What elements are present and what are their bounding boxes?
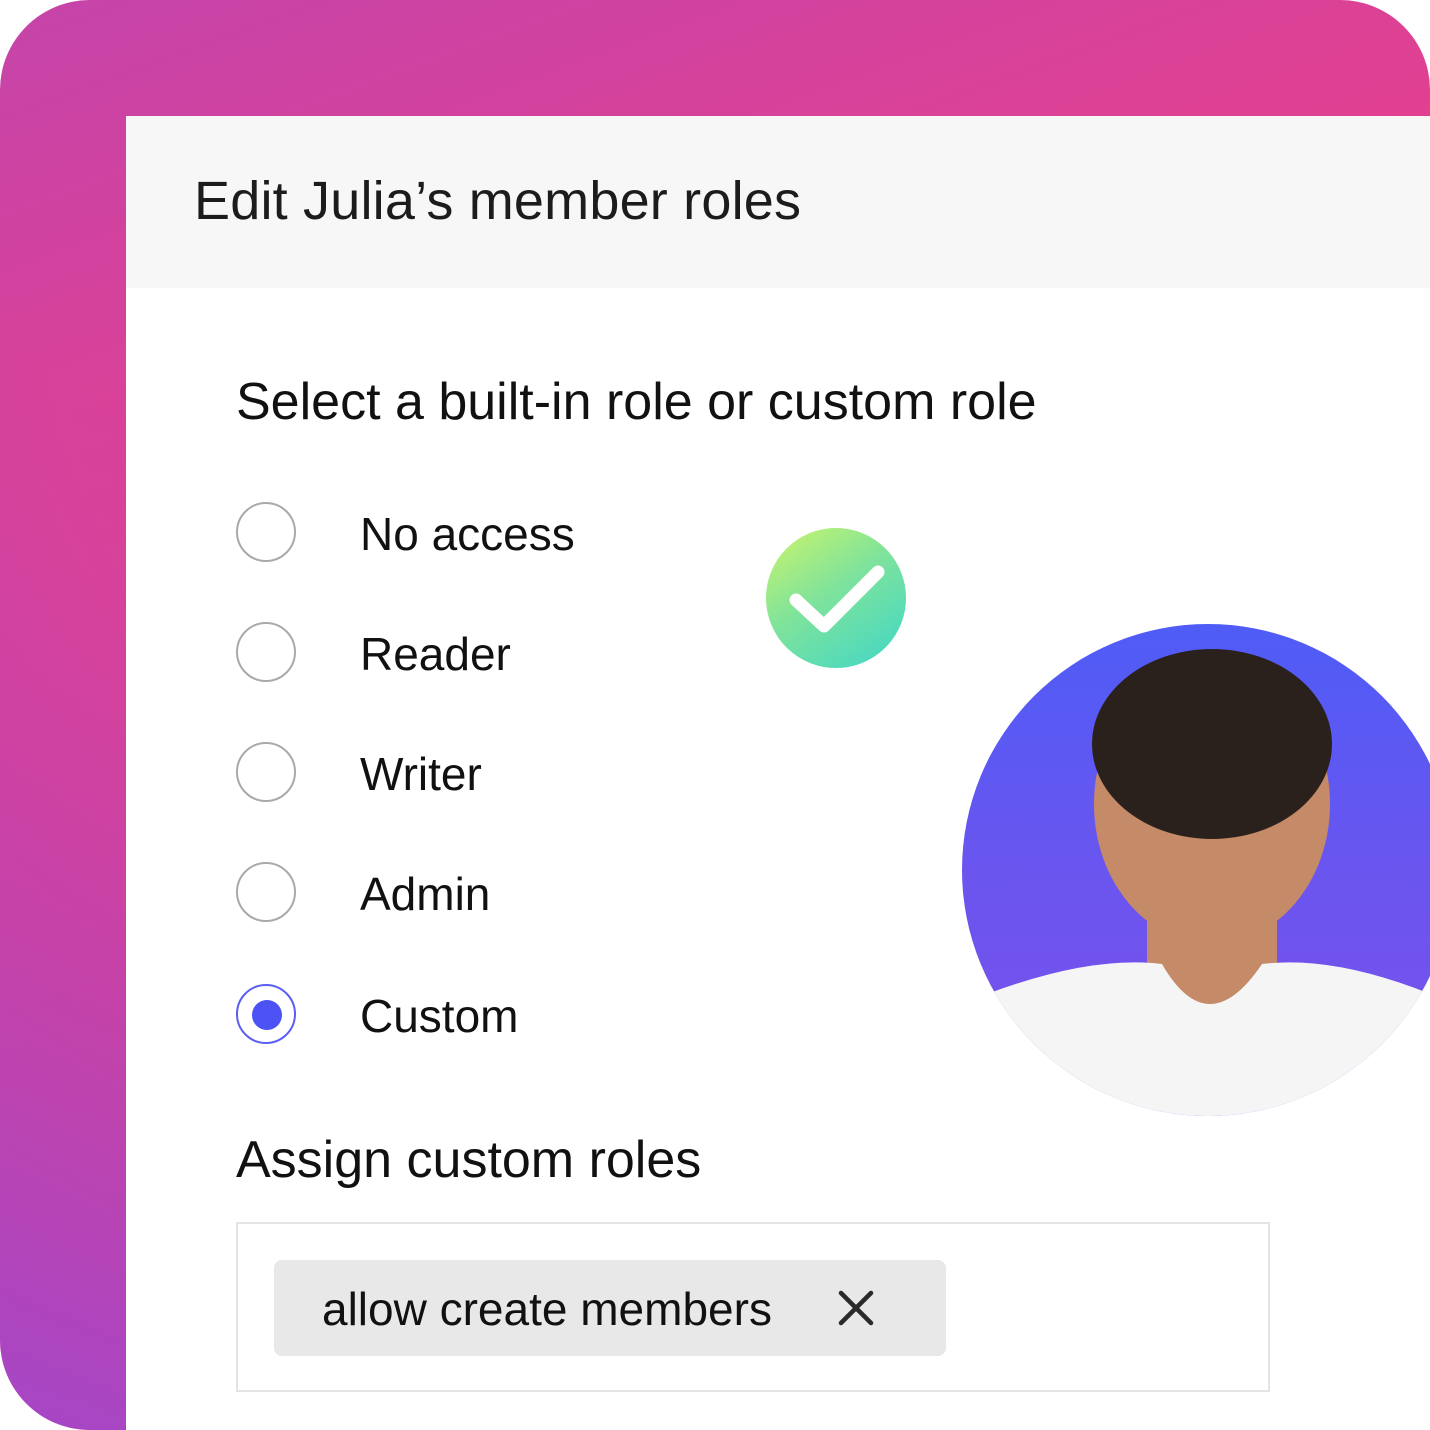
radio-button-selected[interactable] [236,984,296,1044]
radio-button[interactable] [236,622,296,682]
role-label: Writer [360,748,482,800]
role-option-custom[interactable]: Custom [236,984,756,1046]
role-label: Custom [360,990,519,1042]
role-option-no-access[interactable]: No access [236,502,756,564]
role-option-admin[interactable]: Admin [236,862,756,924]
role-option-reader[interactable]: Reader [236,622,756,684]
person-illustration [962,649,1430,1116]
radio-selected-dot [252,1000,282,1030]
custom-roles-input[interactable]: allow create members [236,1222,1270,1392]
role-option-writer[interactable]: Writer [236,742,756,804]
dialog-title: Edit Julia’s member roles [194,171,802,231]
close-icon[interactable] [834,1286,878,1330]
custom-roles-heading: Assign custom roles [236,1131,702,1189]
role-chip[interactable]: allow create members [274,1260,946,1356]
role-label: Reader [360,628,511,680]
user-avatar [962,536,1430,1116]
role-chip-label: allow create members [322,1283,772,1335]
dialog-header: Edit Julia’s member roles [126,116,1430,288]
check-badge [762,524,910,672]
avatar-circle [962,624,1430,1116]
role-label: No access [360,508,575,560]
radio-button[interactable] [236,742,296,802]
check-icon [789,565,885,633]
radio-button[interactable] [236,502,296,562]
role-label: Admin [360,868,491,920]
role-section-heading: Select a built-in role or custom role [236,373,1037,431]
radio-button[interactable] [236,862,296,922]
edit-roles-dialog: Edit Julia’s member roles Select a built… [126,116,1430,1430]
